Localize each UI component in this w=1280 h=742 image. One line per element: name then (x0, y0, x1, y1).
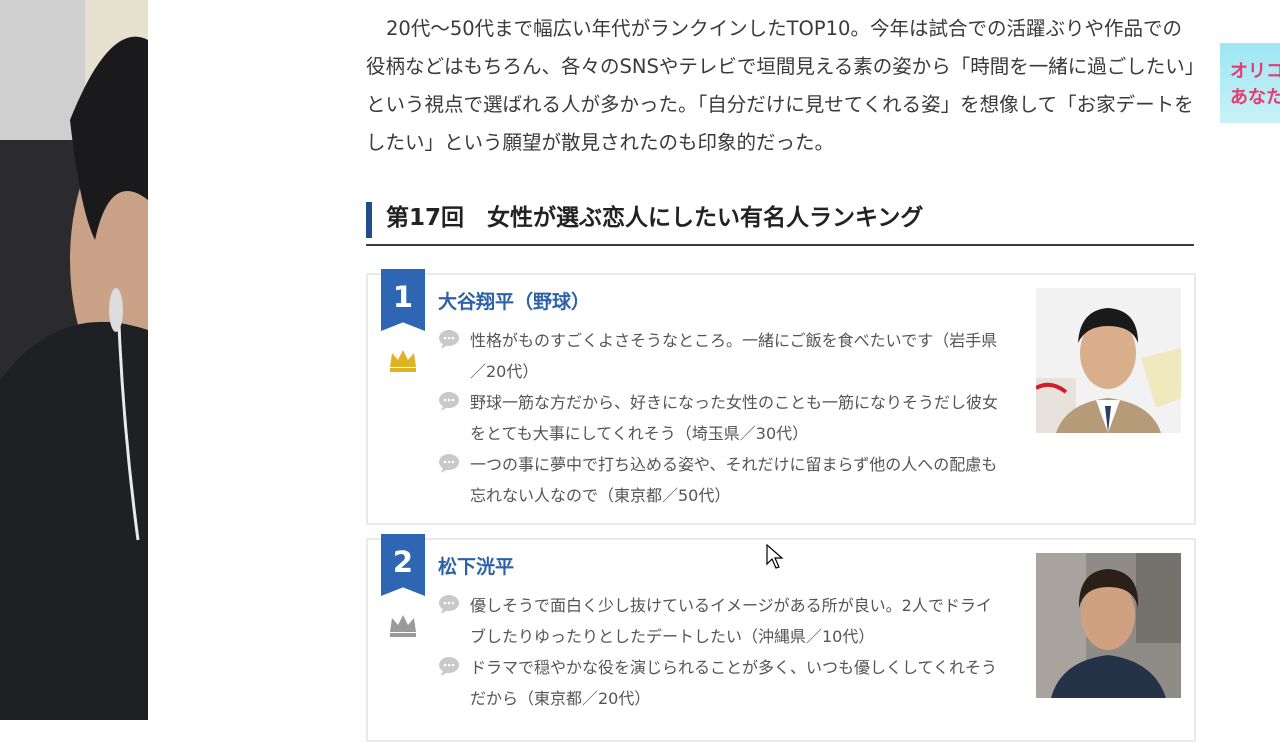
rank-ribbon: 1 (381, 269, 425, 331)
comment-item: 一つの事に夢中で打ち込める姿や、それだけに留まらず他の人への配慮も忘れない人なの… (438, 449, 1004, 511)
article-intro: 20代～50代まで幅広い年代がランクインしたTOP10。今年は試合での活躍ぶりや… (366, 17, 1195, 154)
celebrity-photo (1036, 553, 1181, 698)
section-title: 第17回 女性が選ぶ恋人にしたい有名人ランキング (386, 205, 924, 231)
comment-text: ドラマで穏やかな役を演じられることが多く、いつも優しくしてくれそうだから（東京都… (470, 658, 998, 708)
celebrity-name-link[interactable]: 大谷翔平（野球） (438, 287, 590, 314)
comment-item: 性格がものすごくよさそうなところ。一緒にご飯を食べたいです（岩手県／20代） (438, 325, 1004, 387)
comment-list: 性格がものすごくよさそうなところ。一緒にご飯を食べたいです（岩手県／20代） 野… (438, 325, 1004, 511)
comment-list: 優しそうで面白く少し抜けているイメージがある所が良い。2人でドライブしたりゆった… (438, 590, 1004, 714)
speech-bubble-icon (439, 657, 459, 676)
silver-crown-icon (390, 615, 416, 637)
heading-accent-bar (366, 202, 372, 238)
gold-crown-icon (390, 350, 416, 372)
webcam-overlay (0, 0, 148, 720)
celebrity-photo (1036, 288, 1181, 433)
banner-line-2: あなた (1230, 87, 1280, 108)
comment-item: ドラマで穏やかな役を演じられることが多く、いつも優しくしてくれそうだから（東京都… (438, 652, 1004, 714)
banner-line-1: オリコ (1230, 61, 1280, 82)
side-banner-ad[interactable]: オリコ あなた (1220, 43, 1280, 123)
comment-text: 性格がものすごくよさそうなところ。一緒にご飯を食べたいです（岩手県／20代） (470, 331, 998, 381)
celebrity-name-link[interactable]: 松下洸平 (438, 552, 514, 579)
speech-bubble-icon (439, 595, 459, 614)
ranking-card-1: 1 大谷翔平（野球） 性格がものすごくよさそうなところ。一緒にご飯を食べたいです… (366, 269, 1196, 525)
comment-text: 野球一筋な方だから、好きになった女性のことも一筋になりそうだし彼女をとても大事に… (470, 393, 999, 443)
speech-bubble-icon (439, 454, 459, 473)
section-heading: 第17回 女性が選ぶ恋人にしたい有名人ランキング (366, 200, 1194, 246)
comment-item: 優しそうで面白く少し抜けているイメージがある所が良い。2人でドライブしたりゆった… (438, 590, 1004, 652)
comment-item: 野球一筋な方だから、好きになった女性のことも一筋になりそうだし彼女をとても大事に… (438, 387, 1004, 449)
mouse-cursor-icon (766, 544, 784, 569)
speech-bubble-icon (439, 392, 459, 411)
speech-bubble-icon (439, 330, 459, 349)
rank-ribbon: 2 (381, 534, 425, 596)
comment-text: 一つの事に夢中で打ち込める姿や、それだけに留まらず他の人への配慮も忘れない人なの… (470, 455, 998, 505)
comment-text: 優しそうで面白く少し抜けているイメージがある所が良い。2人でドライブしたりゆった… (470, 596, 992, 646)
